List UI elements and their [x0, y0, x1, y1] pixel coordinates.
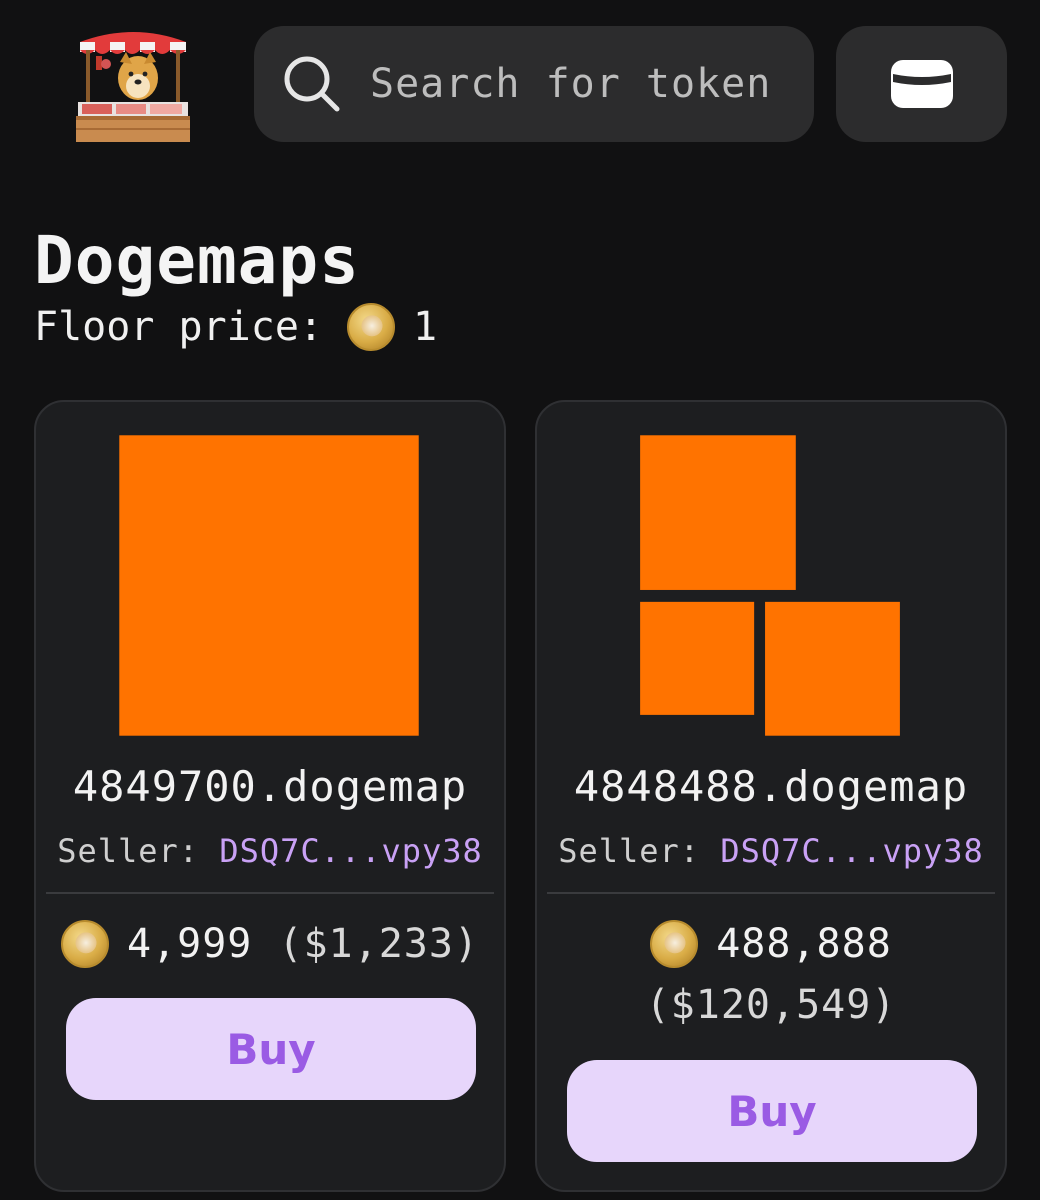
token-name[interactable]: 4849700.dogemap	[36, 762, 504, 811]
seller-info: Seller: DSQ7C...vpy38	[537, 832, 1005, 870]
dogecoin-icon	[650, 920, 699, 968]
seller-label: Seller:	[558, 832, 701, 870]
doge-market-stall-logo[interactable]	[74, 24, 192, 144]
listing-card[interactable]: 4848488.dogemap Seller: DSQ7C...vpy38 48…	[535, 400, 1007, 1192]
listing-card[interactable]: 4849700.dogemap Seller: DSQ7C...vpy38 4,…	[34, 400, 506, 1192]
seller-label: Seller:	[57, 832, 200, 870]
dogemap-tile	[765, 601, 900, 736]
marketplace-page: Dogemaps Floor price: 1 4849700.dogemap …	[0, 0, 1040, 1200]
divider	[46, 892, 494, 894]
search-icon[interactable]	[282, 54, 342, 114]
dogemap-thumbnail[interactable]	[36, 432, 504, 738]
token-name[interactable]: 4848488.dogemap	[537, 762, 1005, 811]
seller-info: Seller: DSQ7C...vpy38	[36, 832, 504, 870]
seller-address[interactable]: DSQ7C...vpy38	[720, 832, 983, 870]
price-value: 4,999	[126, 921, 253, 967]
wallet-icon	[890, 60, 953, 108]
price-row: 4,999 ($1,233)	[36, 920, 504, 968]
dogecoin-icon	[346, 303, 395, 351]
price-usd: ($120,549)	[645, 982, 897, 1028]
buy-button[interactable]: Buy	[567, 1060, 977, 1162]
floor-price-value: 1	[412, 304, 438, 350]
search-bar[interactable]	[254, 26, 814, 142]
market-stall-icon	[76, 32, 190, 142]
seller-address[interactable]: DSQ7C...vpy38	[219, 832, 482, 870]
price-row: 488,888	[537, 920, 1005, 968]
search-input[interactable]	[370, 54, 790, 114]
floor-price-label: Floor price:	[34, 304, 323, 350]
dogemap-tile	[640, 601, 755, 715]
buy-button[interactable]: Buy	[66, 998, 476, 1100]
collection-title: Dogemaps	[34, 222, 360, 299]
floor-price: Floor price: 1	[34, 300, 437, 354]
dogemap-tile	[640, 435, 796, 590]
dogemap-thumbnail[interactable]	[537, 432, 1005, 738]
divider	[547, 892, 995, 894]
wallet-button[interactable]	[836, 26, 1007, 142]
price-usd: ($1,233)	[278, 921, 480, 967]
dogemap-tile	[119, 435, 419, 736]
price-value: 488,888	[716, 921, 892, 967]
dogecoin-icon	[60, 920, 109, 968]
